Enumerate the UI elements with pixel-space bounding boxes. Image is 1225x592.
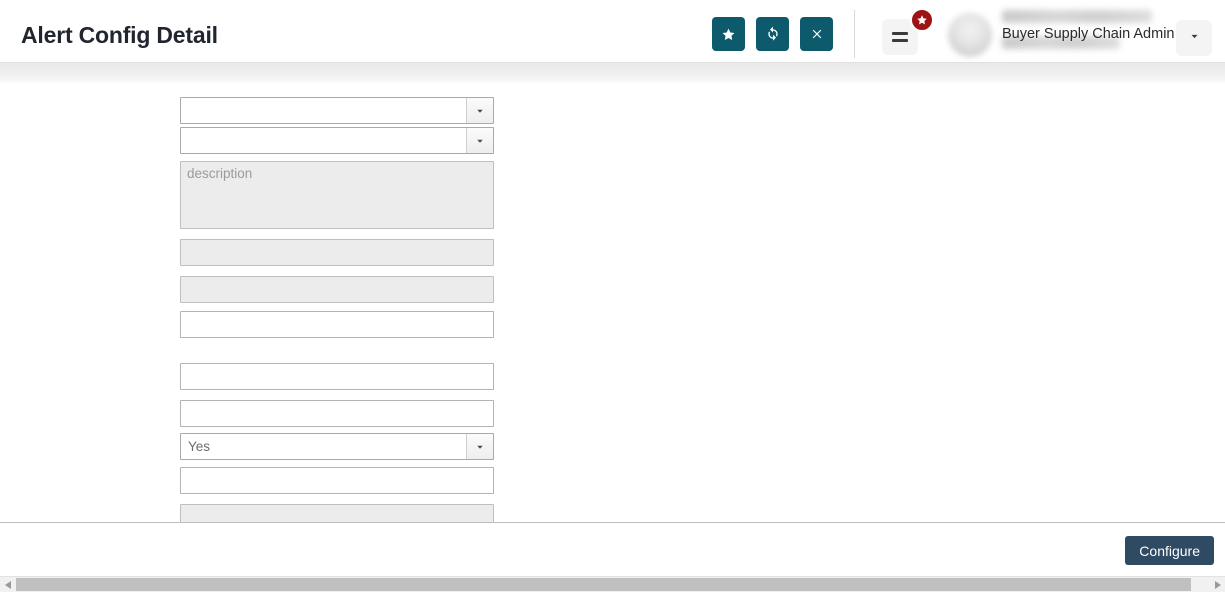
portlet-name-input[interactable]	[180, 504, 494, 522]
subnet-type-select[interactable]	[180, 97, 494, 124]
avatar	[948, 13, 992, 57]
user-name-blur-line	[1002, 10, 1152, 23]
user-account-area[interactable]: Buyer Supply Chain Admin	[948, 6, 1216, 58]
menu-bar-2	[892, 39, 908, 42]
additional-config-input[interactable]	[180, 467, 494, 494]
greater-than-threshold-select[interactable]: Yes	[180, 433, 494, 460]
chevron-down-icon[interactable]	[466, 434, 493, 459]
menu-button-wrapper	[882, 8, 934, 55]
principle-threshold-value-1-control	[180, 311, 494, 338]
principle-threshold-value-3-input[interactable]	[180, 400, 494, 427]
alert-description-control	[180, 161, 494, 234]
menu-bar-1	[892, 32, 908, 35]
horizontal-scrollbar[interactable]	[0, 576, 1225, 592]
principle-threshold-value-3-control	[180, 400, 494, 427]
favorite-button[interactable]	[712, 17, 745, 51]
chevron-down-icon[interactable]	[466, 128, 493, 153]
page-title: Alert Config Detail	[21, 22, 218, 48]
form-footer: Configure	[0, 524, 1225, 576]
header-divider	[854, 10, 855, 58]
star-badge-icon	[910, 8, 934, 32]
alert-description-textarea[interactable]	[180, 161, 494, 229]
close-button[interactable]	[800, 17, 833, 51]
expected-engine-params-control	[180, 276, 494, 303]
header-action-buttons	[712, 17, 833, 51]
alert-name-control	[180, 127, 494, 154]
user-role-label: Buyer Supply Chain Admin	[1002, 26, 1175, 42]
triangle-right-icon[interactable]	[1210, 577, 1225, 592]
refresh-icon	[765, 26, 781, 42]
subnet-type-control	[180, 97, 494, 124]
alert-name-select[interactable]	[180, 127, 494, 154]
refresh-button[interactable]	[756, 17, 789, 51]
user-menu-toggle[interactable]	[1176, 20, 1212, 56]
additional-config-control	[180, 467, 494, 494]
greater-than-threshold-control: Yes	[180, 433, 494, 460]
page-header: Alert Config Detail Buyer Supply Chain A…	[0, 0, 1225, 62]
close-x-icon	[810, 27, 824, 41]
triangle-left-icon[interactable]	[0, 577, 15, 592]
expected-engine-params-input[interactable]	[180, 276, 494, 303]
header-separator-band	[0, 62, 1225, 83]
star-icon	[721, 27, 736, 42]
chevron-down-icon	[1188, 30, 1201, 46]
principle-description-input[interactable]	[180, 239, 494, 266]
principle-threshold-value-1-input[interactable]	[180, 311, 494, 338]
portlet-name-control	[180, 504, 494, 522]
alert-config-form: *Subnet Type: *Alert Name: Alert Descrip…	[0, 83, 1225, 523]
principle-threshold-value-2-input[interactable]	[180, 363, 494, 390]
scrollbar-thumb[interactable]	[16, 578, 1191, 591]
principle-threshold-value-2-control	[180, 363, 494, 390]
chevron-down-icon[interactable]	[466, 98, 493, 123]
principle-description-control	[180, 239, 494, 266]
configure-button[interactable]: Configure	[1125, 536, 1214, 565]
